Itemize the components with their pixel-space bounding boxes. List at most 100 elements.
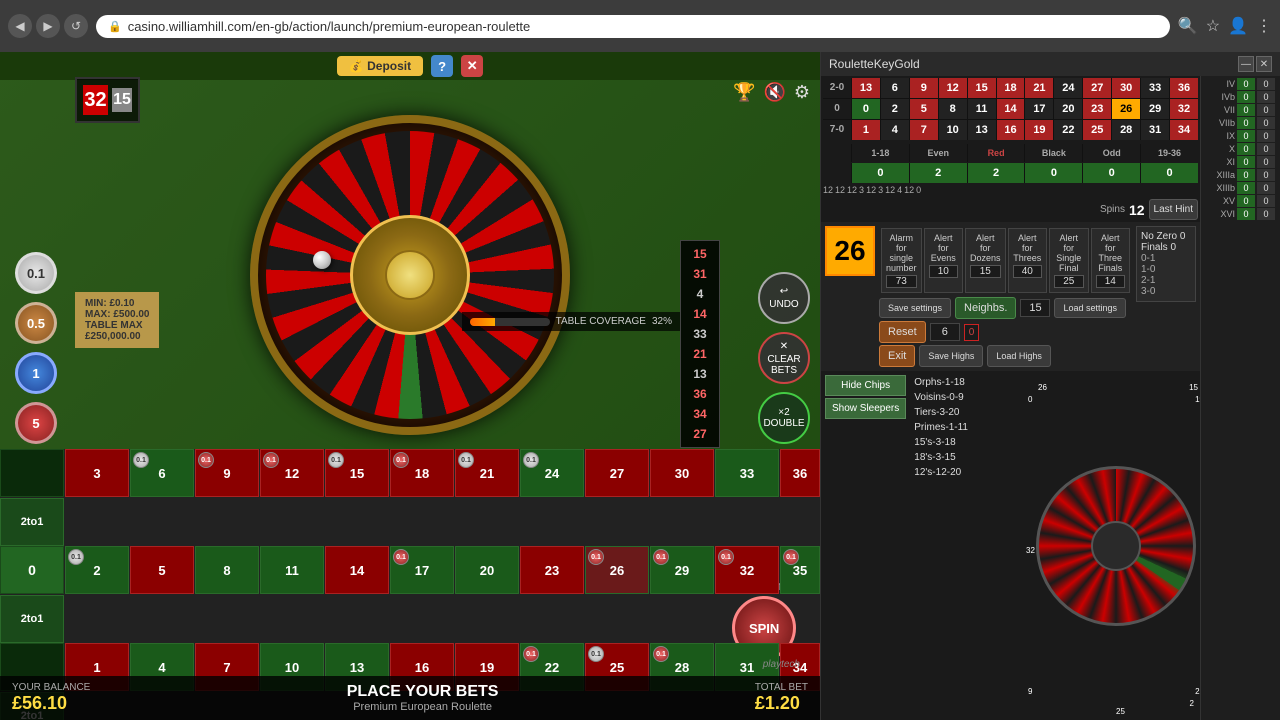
chip-on-26: 0.1 — [588, 549, 604, 565]
bet-cell-6[interactable]: 60.1 — [130, 449, 194, 497]
deposit-button[interactable]: 💰 Deposit — [337, 56, 423, 76]
bet-cell-2[interactable]: 20.1 — [65, 546, 129, 594]
ng-8[interactable]: 8 — [939, 99, 967, 119]
bet-cell-35[interactable]: 350.1 — [780, 546, 820, 594]
ng-23[interactable]: 23 — [1083, 99, 1111, 119]
forward-btn[interactable]: ▶ — [36, 14, 60, 38]
show-sleepers-btn[interactable]: Show Sleepers — [825, 398, 906, 419]
ng-4[interactable]: 4 — [881, 120, 909, 140]
ng-7[interactable]: 7 — [910, 120, 938, 140]
bet-cell-32[interactable]: 320.1 — [715, 546, 779, 594]
bet-cell-3[interactable]: 3 — [65, 449, 129, 497]
alert-dozens-input[interactable] — [970, 265, 1001, 278]
alert-threes-input[interactable] — [1013, 265, 1043, 278]
ng-36[interactable]: 36 — [1170, 78, 1198, 98]
bet-cell-33[interactable]: 33 — [715, 449, 779, 497]
ng-33[interactable]: 33 — [1141, 78, 1169, 98]
close-button[interactable]: ✕ — [461, 55, 483, 77]
ng-9[interactable]: 9 — [910, 78, 938, 98]
bet-cell-5[interactable]: 5 — [130, 546, 194, 594]
bet-cell-21[interactable]: 210.1 — [455, 449, 519, 497]
bet-cell-20[interactable]: 20 — [455, 546, 519, 594]
bet-cell-11[interactable]: 11 — [260, 546, 324, 594]
help-button[interactable]: ? — [431, 55, 453, 77]
ng-34[interactable]: 34 — [1170, 120, 1198, 140]
ng-22[interactable]: 22 — [1054, 120, 1082, 140]
star-icon[interactable]: ☆ — [1206, 16, 1220, 36]
ng-5[interactable]: 5 — [910, 99, 938, 119]
reset-btn[interactable]: Reset — [879, 321, 926, 343]
hide-chips-btn[interactable]: Hide Chips — [825, 375, 906, 396]
ng-28[interactable]: 28 — [1112, 120, 1140, 140]
ng-6[interactable]: 6 — [881, 78, 909, 98]
bet-cell-29[interactable]: 290.1 — [650, 546, 714, 594]
ng-32[interactable]: 32 — [1170, 99, 1198, 119]
bet-cell-14[interactable]: 14 — [325, 546, 389, 594]
back-btn[interactable]: ◀ — [8, 14, 32, 38]
clear-bets-button[interactable]: ✕ CLEAR BETS — [758, 332, 810, 384]
exit-btn[interactable]: Exit — [879, 345, 915, 367]
bet-cell-zero[interactable]: 0 — [0, 546, 64, 594]
ng-0[interactable]: 0 — [852, 99, 880, 119]
ng-13[interactable]: 13 — [852, 78, 880, 98]
ng-25[interactable]: 25 — [1083, 120, 1111, 140]
ng-18[interactable]: 18 — [997, 78, 1025, 98]
load-settings-btn[interactable]: Load settings — [1054, 298, 1126, 318]
ng-29[interactable]: 29 — [1141, 99, 1169, 119]
ng-1[interactable]: 1 — [852, 120, 880, 140]
ng-2[interactable]: 2 — [881, 99, 909, 119]
alert-single-input[interactable] — [886, 275, 917, 288]
ng-19[interactable]: 19 — [1025, 120, 1053, 140]
ng-15[interactable]: 15 — [968, 78, 996, 98]
bet-cell-15[interactable]: 150.1 — [325, 449, 389, 497]
bet-cell-18[interactable]: 180.1 — [390, 449, 454, 497]
wheel-num-15: 15 — [1189, 383, 1198, 392]
ng-24[interactable]: 24 — [1054, 78, 1082, 98]
ng-17[interactable]: 17 — [1025, 99, 1053, 119]
refresh-btn[interactable]: ↺ — [64, 14, 88, 38]
ng-11[interactable]: 11 — [968, 99, 996, 119]
bet-cell-24[interactable]: 240.1 — [520, 449, 584, 497]
bet-cell-17[interactable]: 170.1 — [390, 546, 454, 594]
save-highs-btn[interactable]: Save Highs — [919, 345, 983, 367]
address-bar[interactable]: 🔒 casino.williamhill.com/en-gb/action/la… — [96, 15, 1170, 38]
bet-cell-36[interactable]: 36 — [780, 449, 820, 497]
menu-icon[interactable]: ⋮ — [1256, 16, 1272, 36]
bet-cell-26[interactable]: 260.1 — [585, 546, 649, 594]
rpc-val-xvi: 0 — [1257, 208, 1275, 220]
ng-10[interactable]: 10 — [939, 120, 967, 140]
ng-21[interactable]: 21 — [1025, 78, 1053, 98]
ng-14[interactable]: 14 — [997, 99, 1025, 119]
profile-icon[interactable]: 👤 — [1228, 16, 1248, 36]
panel-minimize-btn[interactable]: — — [1238, 56, 1254, 72]
bet-cell-2to1-mid[interactable]: 2to1 — [0, 595, 64, 643]
bet-cell-23[interactable]: 23 — [520, 546, 584, 594]
alert-sf-input[interactable] — [1054, 275, 1083, 288]
bet-cell-12[interactable]: 120.1 — [260, 449, 324, 497]
bet-cell-8[interactable]: 8 — [195, 546, 259, 594]
bet-cell-30[interactable]: 30 — [650, 449, 714, 497]
ng-26[interactable]: 26 — [1112, 99, 1140, 119]
ng-13b[interactable]: 13 — [968, 120, 996, 140]
ng-30[interactable]: 30 — [1112, 78, 1140, 98]
ng-16[interactable]: 16 — [997, 120, 1025, 140]
roulette-wheel[interactable] — [250, 115, 570, 435]
bet-cell-27[interactable]: 27 — [585, 449, 649, 497]
bet-cell-2to1-top[interactable]: 2to1 — [0, 498, 64, 546]
rpc-label-ix: IX — [1203, 131, 1235, 141]
ng-27[interactable]: 27 — [1083, 78, 1111, 98]
load-highs-btn[interactable]: Load Highs — [987, 345, 1051, 367]
bet-cell-9[interactable]: 90.1 — [195, 449, 259, 497]
double-button[interactable]: ×2 DOUBLE — [758, 392, 810, 444]
alert-tf-input[interactable] — [1096, 275, 1126, 288]
undo-button[interactable]: ↩ UNDO — [758, 272, 810, 324]
last-hint-button[interactable]: Last Hint — [1149, 199, 1198, 220]
save-settings-btn[interactable]: Save settings — [879, 298, 951, 318]
ng-12[interactable]: 12 — [939, 78, 967, 98]
ng-20[interactable]: 20 — [1054, 99, 1082, 119]
ng-31[interactable]: 31 — [1141, 120, 1169, 140]
search-icon[interactable]: 🔍 — [1178, 16, 1198, 36]
alert-evens-input[interactable] — [929, 265, 958, 278]
panel-close-btn[interactable]: ✕ — [1256, 56, 1272, 72]
neighbs-btn[interactable]: Neighbs. — [955, 297, 1016, 319]
